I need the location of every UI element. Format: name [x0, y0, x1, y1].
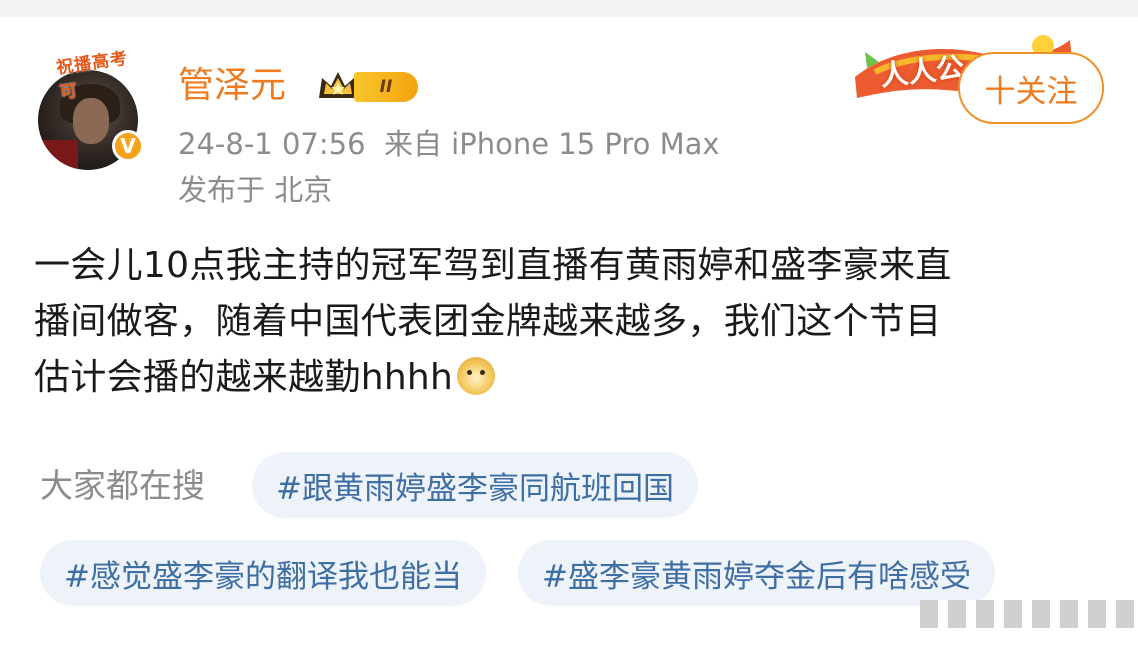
post-content: 一会儿10点我主持的冠军驾到直播有黄雨婷和盛李豪来直 播间做客，随着中国代表团金…	[34, 238, 1114, 406]
post-content-line: 一会儿10点我主持的冠军驾到直播有黄雨婷和盛李豪来直	[34, 245, 952, 286]
post-location: 发布于 北京	[178, 173, 333, 207]
bottom-divider	[920, 600, 1138, 628]
level-badge[interactable]: II	[354, 72, 418, 102]
post-meta: 24-8-1 07:56 来自 iPhone 15 Pro Max	[178, 126, 720, 162]
post-timestamp: 24-8-1 07:56	[178, 127, 366, 161]
avatar-container[interactable]: 祝播高考可 V	[30, 40, 150, 170]
post-content-line: 估计会播的越来越勤hhhh	[34, 357, 454, 398]
avatar-shirt	[38, 140, 78, 170]
post-content-line-last: 估计会播的越来越勤hhhh	[34, 350, 1114, 406]
doge-emoji-icon	[457, 357, 496, 395]
trending-tag[interactable]: #盛李豪黄雨婷夺金后有啥感受	[518, 540, 995, 606]
trending-search-label: 大家都在搜	[40, 466, 205, 505]
username[interactable]: 管泽元	[178, 62, 286, 110]
follow-button[interactable]: 十关注	[958, 52, 1104, 124]
avatar-pendant: 祝播高考可	[55, 48, 130, 104]
avatar-face	[73, 98, 109, 144]
post-source: 来自 iPhone 15 Pro Max	[383, 127, 720, 161]
post-content-line: 播间做客，随着中国代表团金牌越来越多，我们这个节目	[34, 301, 942, 342]
verified-icon: V	[112, 130, 144, 162]
trending-tag[interactable]: #跟黄雨婷盛李豪同航班回国	[252, 452, 698, 518]
top-strip	[0, 0, 1138, 17]
decoration-text: 人人公	[878, 50, 966, 93]
trending-tag[interactable]: #感觉盛李豪的翻译我也能当	[40, 540, 486, 606]
